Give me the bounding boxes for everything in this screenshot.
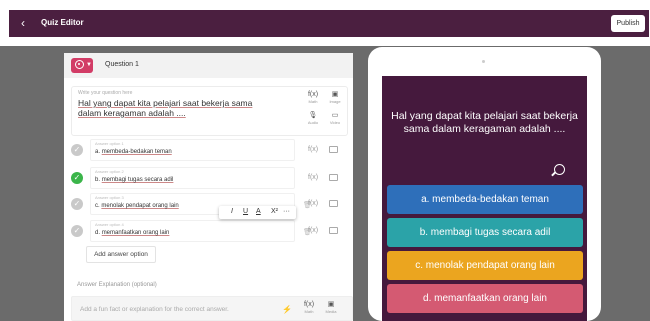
correct-toggle-3[interactable]: ✓: [71, 198, 83, 210]
explanation-input[interactable]: Add a fun fact or explanation for the co…: [71, 296, 353, 321]
target-icon: [75, 60, 84, 69]
format-toolbar: I U A X² ···: [219, 206, 296, 219]
media-icon: ▣: [327, 301, 335, 308]
preview-option-a[interactable]: a. membeda-bedakan teman: [387, 185, 583, 214]
add-answer-button[interactable]: Add answer option: [86, 246, 156, 263]
math-tool-button[interactable]: f(x): [308, 174, 318, 181]
microphone-icon: 🎙: [308, 112, 318, 119]
preview-option-b[interactable]: b. membagi tugas secara adil: [387, 218, 583, 247]
answer-text-4: memanfaatkan orang lain: [101, 230, 170, 236]
media-tool-button[interactable]: ▣ Media: [322, 300, 340, 315]
superscript-button[interactable]: X²: [271, 208, 278, 215]
video-tool-button[interactable]: ▭ Video: [326, 111, 344, 126]
answer-option-1: ✓ Answer option 1 a. membeda-bedakan tem…: [71, 139, 354, 161]
header: ‹ Quiz Editor Publish: [9, 10, 649, 37]
image-icon[interactable]: [329, 200, 338, 207]
answer-option-2: ✓ Answer option 2 b. membagi tugas secar…: [71, 167, 354, 189]
answer-input-1[interactable]: Answer option 1 a. membeda-bedakan teman: [90, 139, 295, 161]
camera-dot: [482, 60, 485, 63]
image-icon[interactable]: [329, 146, 338, 153]
image-icon[interactable]: [329, 174, 338, 181]
correct-toggle-1[interactable]: ✓: [71, 144, 83, 156]
more-button[interactable]: ···: [283, 208, 290, 215]
image-tool-button[interactable]: ▣ Image: [326, 90, 344, 105]
math-tool-button[interactable]: f(x): [308, 227, 318, 234]
zoom-icon[interactable]: [554, 164, 565, 175]
preview-option-d[interactable]: d. memanfaatkan orang lain: [387, 284, 583, 313]
back-button[interactable]: ‹: [21, 16, 25, 30]
text-color-button[interactable]: A: [256, 208, 261, 215]
answer-input-4[interactable]: Answer option 4 d. memanfaatkan orang la…: [90, 220, 312, 242]
answer-text-3: menolak pendapat orang lain: [101, 203, 179, 209]
preview-device: Hal yang dapat kita pelajari saat bekerj…: [368, 47, 601, 321]
question-editor: ▼ Question 1 Write your question here Ha…: [64, 53, 353, 321]
italic-button[interactable]: I: [231, 208, 233, 215]
question-type-button[interactable]: ▼: [71, 58, 93, 73]
audio-tool-button[interactable]: 🎙 Audio: [304, 111, 322, 126]
preview-question: Hal yang dapat kita pelajari saat bekerj…: [391, 110, 578, 135]
answer-option-3: ✓ Answer option 3 c. menolak pendapat or…: [71, 193, 354, 215]
math-tool-button[interactable]: f(x): [308, 200, 318, 207]
video-icon: ▭: [331, 112, 339, 119]
underline-button[interactable]: U: [243, 208, 248, 215]
image-icon[interactable]: [329, 227, 338, 234]
chevron-down-icon: ▼: [86, 62, 92, 68]
question-header: ▼ Question 1: [64, 53, 353, 78]
correct-toggle-2[interactable]: ✓: [71, 172, 83, 184]
question-placeholder: Write your question here: [78, 90, 133, 96]
answer-input-2[interactable]: Answer option 2 b. membagi tugas secara …: [90, 167, 295, 189]
preview-screen: Hal yang dapat kita pelajari saat bekerj…: [382, 76, 587, 321]
answer-text-1: membeda-bedakan teman: [101, 149, 172, 155]
question-text: Hal yang dapat kita pelajari saat bekerj…: [78, 98, 253, 118]
math-tool-button[interactable]: f(x) Math: [304, 90, 322, 105]
correct-toggle-4[interactable]: ✓: [71, 225, 83, 237]
explanation-placeholder: Add a fun fact or explanation for the co…: [80, 306, 229, 313]
math-tool-button[interactable]: f(x): [308, 146, 318, 153]
top-bar: ‹ Quiz Editor Publish: [0, 0, 650, 46]
publish-button[interactable]: Publish: [611, 15, 645, 32]
math-tool-button[interactable]: f(x) Math: [300, 300, 318, 315]
preview-option-c[interactable]: c. menolak pendapat orang lain: [387, 251, 583, 280]
lightning-icon[interactable]: ⚡: [282, 305, 292, 314]
answer-text-2: membagi tugas secara adil: [101, 177, 174, 183]
page-title: Quiz Editor: [41, 18, 84, 27]
image-icon: ▣: [331, 91, 339, 98]
answer-option-4: ✓ Answer option 4 d. memanfaatkan orang …: [71, 220, 354, 242]
question-input[interactable]: Write your question here Hal yang dapat …: [71, 86, 348, 136]
explanation-label: Answer Explanation (optional): [77, 282, 157, 288]
question-number: Question 1: [105, 61, 139, 68]
